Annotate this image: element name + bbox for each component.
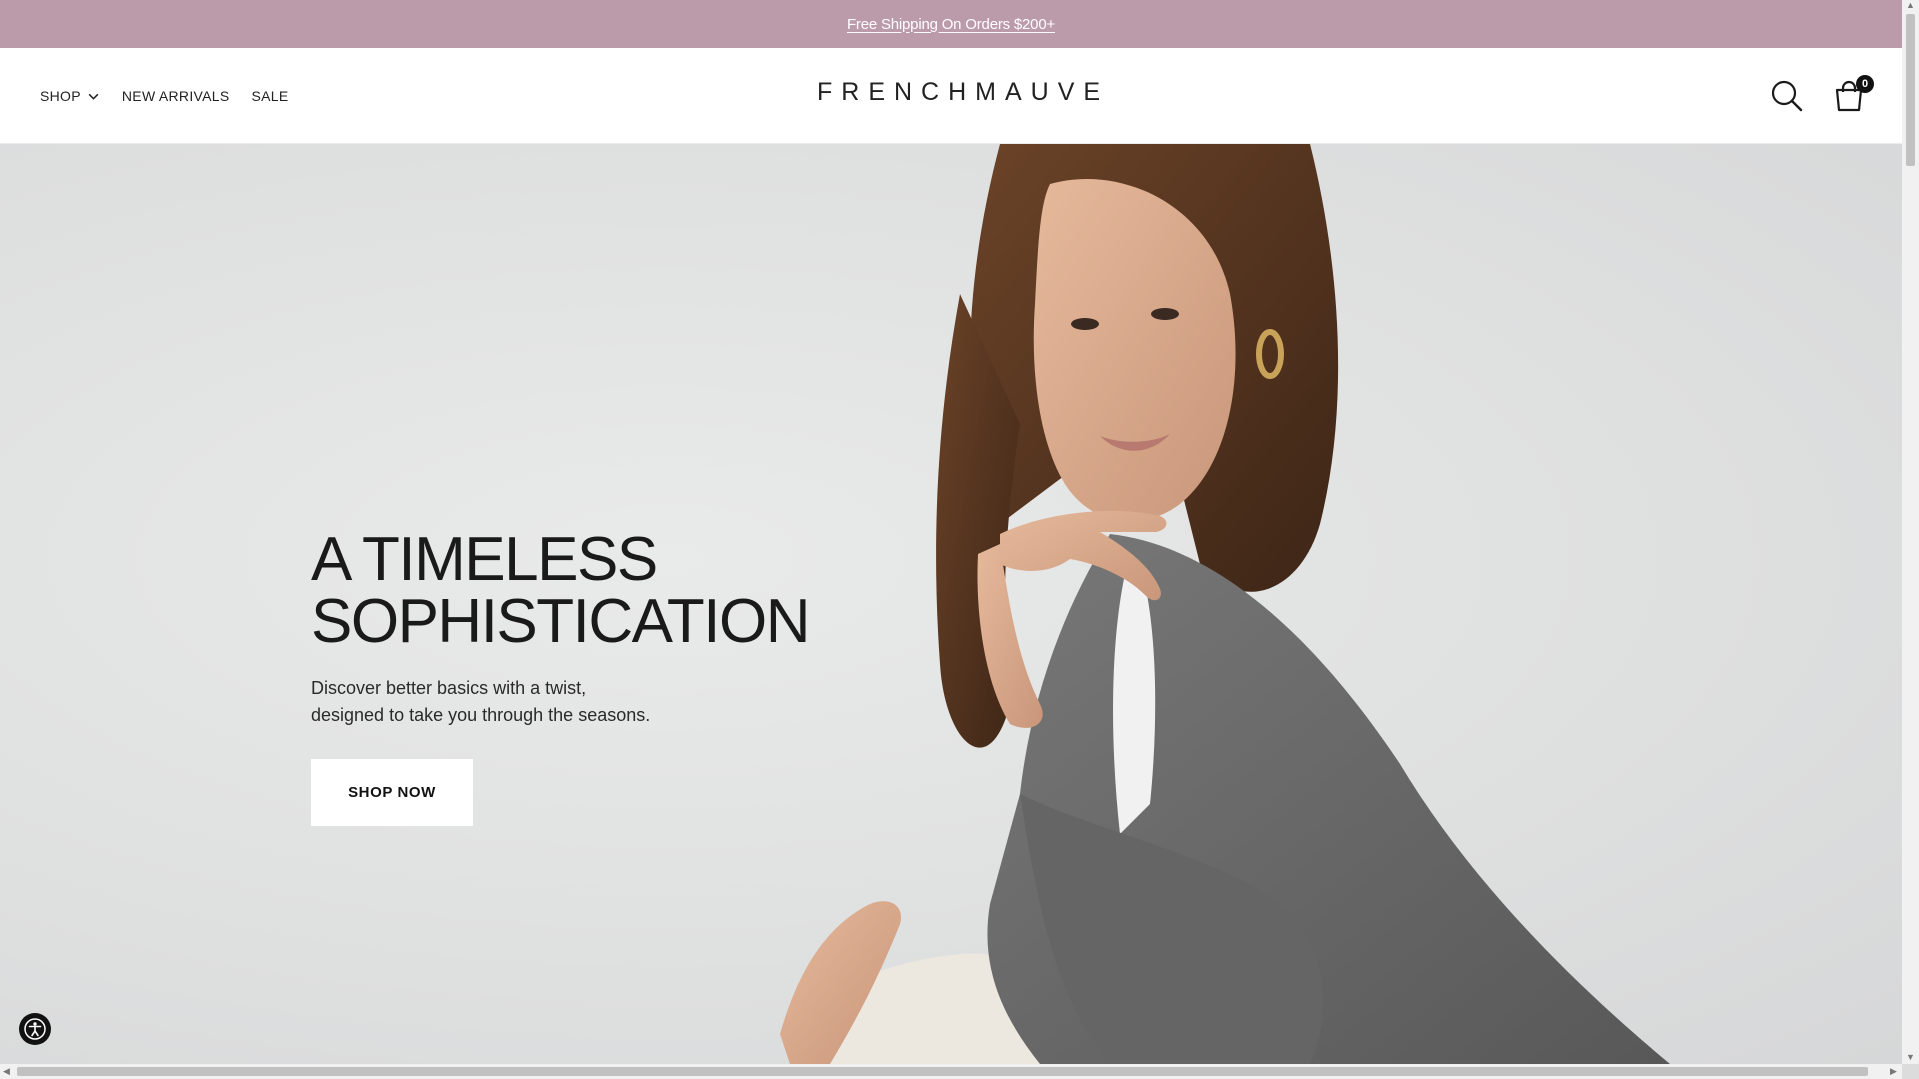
nav-shop-label: SHOP [40,88,81,104]
scroll-up-arrow-icon[interactable]: ▲ [1906,0,1915,10]
scroll-left-arrow-icon[interactable]: ◀ [3,1066,10,1077]
announcement-link[interactable]: Free Shipping On Orders $200+ [847,16,1055,33]
main-nav: SHOP NEW ARRIVALS SALE [40,48,288,144]
search-icon [1771,80,1803,112]
header-icons: 0 [1770,48,1874,144]
vertical-scrollbar[interactable]: ▲ ▼ [1902,0,1919,1064]
vertical-scroll-thumb[interactable] [1906,14,1915,166]
scroll-down-arrow-icon[interactable]: ▼ [1906,1052,1915,1062]
hero-subtitle-line2: designed to take you through the seasons… [311,705,651,725]
accessibility-button[interactable] [19,1013,51,1045]
nav-shop[interactable]: SHOP [40,88,100,104]
scroll-right-arrow-icon[interactable]: ▶ [1890,1066,1897,1077]
nav-sale[interactable]: SALE [251,88,288,104]
scrollbar-corner [1902,1064,1919,1079]
hero-title-line2: SOPHISTICATION [311,587,811,656]
nav-new-arrivals[interactable]: NEW ARRIVALS [122,88,230,104]
hero-content: A TIMELESS SOPHISTICATION Discover bette… [311,529,811,826]
horizontal-scrollbar[interactable]: ◀ ▶ [0,1064,1902,1079]
shop-now-button[interactable]: SHOP NOW [311,759,473,826]
cart-count-badge: 0 [1856,75,1874,93]
horizontal-scroll-thumb[interactable] [17,1067,1868,1076]
search-button[interactable] [1770,79,1804,113]
cart-button[interactable]: 0 [1832,75,1874,113]
brand-logo[interactable]: FRENCHMAUVE [817,78,1109,107]
hero-title: A TIMELESS SOPHISTICATION [311,529,811,656]
announcement-bar: Free Shipping On Orders $200+ [0,0,1902,48]
hero-banner: A TIMELESS SOPHISTICATION Discover bette… [0,144,1902,1064]
page: Free Shipping On Orders $200+ SHOP NEW A… [0,0,1902,1064]
hero-title-line1: A TIMELESS [311,525,658,594]
hero-subtitle: Discover better basics with a twist, des… [311,675,731,729]
site-header: SHOP NEW ARRIVALS SALE FRENCHMAUVE 0 [0,48,1902,144]
hero-subtitle-line1: Discover better basics with a twist, [311,678,587,698]
hero-model-image [780,144,1670,1064]
accessibility-icon [24,1018,46,1040]
chevron-down-icon [88,93,99,100]
